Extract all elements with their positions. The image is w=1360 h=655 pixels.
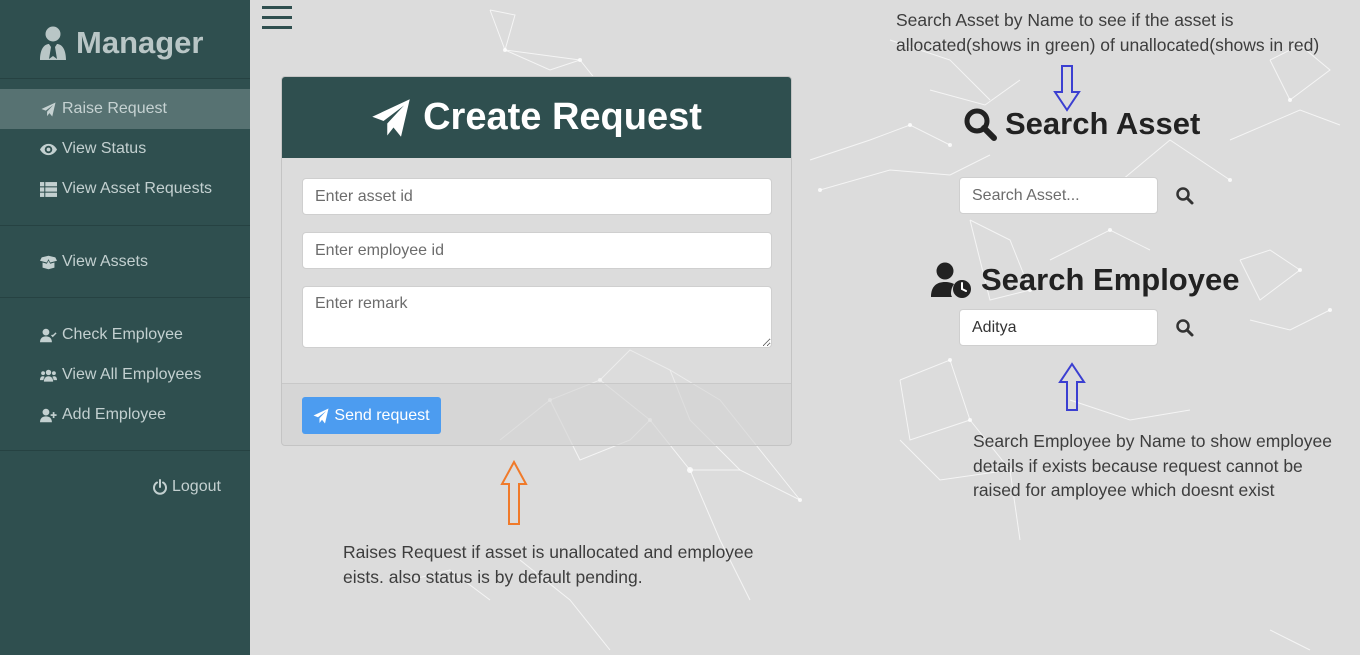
power-icon (153, 479, 167, 495)
paper-plane-icon (41, 101, 56, 117)
brand-title: Manager (76, 25, 204, 60)
sidebar-item-view-all-employees[interactable]: View All Employees (0, 355, 250, 395)
send-request-label: Send request (334, 406, 430, 424)
sidebar-item-check-employee[interactable]: Check Employee (0, 315, 250, 355)
sidebar-item-label: Add Employee (62, 406, 167, 423)
user-plus-icon (40, 408, 57, 422)
hamburger-icon (262, 26, 292, 29)
sidebar-item-view-status[interactable]: View Status (0, 129, 250, 169)
sidebar-item-label: Raise Request (62, 100, 167, 117)
asset-annotation: Search Asset by Name to see if the asset… (896, 10, 1320, 55)
logout-button[interactable]: Logout (152, 476, 221, 498)
brand: Manager (38, 22, 203, 64)
search-icon[interactable] (1175, 318, 1195, 338)
paper-plane-icon (372, 98, 410, 137)
table-icon (40, 181, 57, 197)
employee-id-input[interactable] (302, 232, 772, 269)
sidebar-item-label: View Asset Requests (62, 180, 213, 197)
search-employee-input[interactable] (959, 309, 1158, 346)
sidebar-divider (0, 78, 250, 79)
card-title: Create Request (423, 96, 702, 138)
logout-label: Logout (172, 478, 221, 495)
sidebar-item-label: View Status (62, 140, 147, 157)
down-arrow-icon (1053, 65, 1081, 112)
user-tie-icon (40, 26, 66, 60)
user-clock-icon (931, 262, 971, 298)
paper-plane-icon (313, 408, 329, 423)
sidebar-divider (0, 297, 250, 298)
employee-annotation: Search Employee by Name to show employee… (973, 431, 1332, 500)
user-check-icon (40, 328, 57, 342)
hamburger-icon (262, 16, 292, 19)
search-icon[interactable] (1175, 186, 1195, 206)
search-icon (964, 108, 997, 141)
sidebar-item-view-assets[interactable]: View Assets (0, 242, 250, 282)
sidebar-item-label: View All Employees (62, 366, 202, 383)
request-annotation: Raises Request if asset is unallocated a… (343, 542, 754, 587)
box-open-icon (40, 255, 57, 269)
sidebar-divider (0, 225, 250, 226)
up-arrow-icon (500, 460, 528, 525)
sidebar-item-label: Check Employee (62, 326, 183, 343)
sidebar-divider (0, 450, 250, 451)
sidebar-item-add-employee[interactable]: Add Employee (0, 395, 250, 435)
asset-id-input[interactable] (302, 178, 772, 215)
eye-icon (40, 143, 57, 155)
card-footer: Send request (282, 383, 791, 445)
users-icon (40, 369, 57, 382)
sidebar: Manager Raise Request View Status View A… (0, 0, 250, 655)
hamburger-icon (262, 6, 292, 9)
sidebar-item-label: View Assets (62, 253, 148, 270)
remark-textarea[interactable] (302, 286, 772, 348)
card-header: Create Request (282, 77, 791, 158)
search-employee-title: Search Employee (981, 262, 1240, 297)
sidebar-item-view-asset-requests[interactable]: View Asset Requests (0, 169, 250, 209)
up-arrow-icon (1058, 362, 1086, 411)
search-asset-input[interactable] (959, 177, 1158, 214)
search-employee-heading: Search Employee (931, 262, 1239, 298)
send-request-button[interactable]: Send request (302, 397, 441, 434)
search-asset-title: Search Asset (1005, 106, 1201, 141)
search-asset-heading: Search Asset (963, 106, 1200, 142)
create-request-card: Create Request Send request (281, 76, 792, 446)
menu-toggle-button[interactable] (262, 6, 292, 30)
sidebar-item-raise-request[interactable]: Raise Request (0, 89, 250, 129)
